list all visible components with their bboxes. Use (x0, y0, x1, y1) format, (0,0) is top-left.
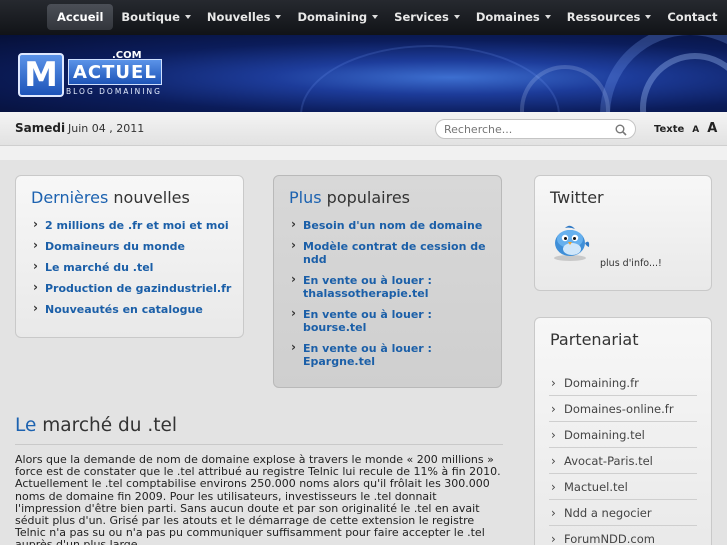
header-banner: M ACTUEL .COM BLOG DOMAINING (0, 35, 727, 112)
article-divider (15, 444, 503, 445)
popular-link[interactable]: En vente ou à louer : bourse.tel (291, 307, 491, 334)
latest-news-list: 2 millions de .fr et moi et moi Domaineu… (33, 218, 238, 316)
partner-link[interactable]: ForumNDD.com (549, 526, 697, 545)
title-rest: marché du .tel (36, 415, 177, 436)
main-menu: Accueil Boutique Nouvelles Domaining Ser… (47, 4, 725, 30)
popular-link[interactable]: Besoin d'un nom de domaine (291, 218, 491, 232)
chevron-down-icon (372, 15, 379, 19)
twitter-title: Twitter (550, 188, 604, 207)
nav-label: Domaining (297, 10, 368, 24)
logo-mark: M (18, 53, 64, 97)
title-rest: nouvelles (108, 188, 190, 207)
chevron-down-icon (184, 15, 191, 19)
current-day: Samedi (15, 121, 66, 135)
text-increase-button[interactable]: A (707, 121, 717, 136)
chevron-down-icon (453, 15, 460, 19)
partner-link[interactable]: Ndd a negocier (549, 500, 697, 526)
nav-label: Accueil (57, 10, 104, 24)
search-box (435, 119, 636, 139)
twitter-bird-icon[interactable] (549, 221, 591, 261)
chevron-down-icon (275, 15, 282, 19)
latest-news-title: Dernières nouvelles (31, 188, 190, 207)
twitter-box: Twitter plus d'info...! (534, 175, 712, 291)
nav-item-domaines[interactable]: Domaines (468, 4, 559, 30)
news-link[interactable]: 2 millions de .fr et moi et moi (33, 218, 238, 232)
nav-item-contact[interactable]: Contact (659, 4, 725, 30)
nav-label: Services (394, 10, 449, 24)
popular-list: Besoin d'un nom de domaine Modèle contra… (291, 218, 491, 368)
title-rest: populaires (321, 188, 411, 207)
nav-label: Nouvelles (206, 10, 271, 24)
logo-tagline: BLOG DOMAINING (66, 87, 162, 96)
nav-item-nouvelles[interactable]: Nouvelles (199, 4, 290, 30)
partners-box: Partenariat Domaining.fr Domaines-online… (534, 317, 712, 545)
logo-wordmark: ACTUEL (68, 59, 162, 85)
article-body: Alors que la demande de nom de domaine e… (15, 453, 501, 545)
title-highlight: Le (15, 415, 37, 436)
nav-item-domaining[interactable]: Domaining (289, 4, 386, 30)
text-decrease-button[interactable]: A (692, 125, 699, 135)
logo-domain-suffix: .COM (112, 50, 142, 61)
partner-link[interactable]: Avocat-Paris.tel (549, 448, 697, 474)
partner-link[interactable]: Domaines-online.fr (549, 396, 697, 422)
nav-item-ressources[interactable]: Ressources (559, 4, 660, 30)
text-size-controls: Texte A A (654, 121, 717, 136)
news-link[interactable]: Domaineurs du monde (33, 239, 238, 253)
top-navigation-bar: Accueil Boutique Nouvelles Domaining Ser… (0, 0, 727, 35)
latest-news-box: Dernières nouvelles 2 millions de .fr et… (15, 175, 244, 338)
title-highlight: Plus (289, 188, 322, 207)
popular-link[interactable]: En vente ou à louer : Epargne.tel (291, 341, 491, 368)
news-link[interactable]: Le marché du .tel (33, 260, 238, 274)
popular-box: Plus populaires Besoin d'un nom de domai… (273, 175, 502, 388)
nav-label: Ressources (566, 10, 641, 24)
nav-label: Boutique (121, 10, 180, 24)
chevron-down-icon (645, 15, 652, 19)
news-link[interactable]: Nouveautés en catalogue (33, 302, 238, 316)
nav-item-accueil[interactable]: Accueil (47, 4, 114, 30)
partners-title: Partenariat (550, 330, 639, 349)
current-date: Juin 04 , 2011 (68, 122, 145, 135)
popular-title: Plus populaires (289, 188, 410, 207)
nav-item-services[interactable]: Services (386, 4, 468, 30)
search-icon[interactable] (615, 124, 627, 136)
popular-link[interactable]: En vente ou à louer : thalassotherapie.t… (291, 273, 491, 300)
chevron-down-icon (544, 15, 551, 19)
partner-link[interactable]: Domaining.fr (549, 370, 697, 396)
divider-strip (0, 146, 727, 160)
partner-link[interactable]: Mactuel.tel (549, 474, 697, 500)
nav-label: Contact (667, 10, 718, 24)
partner-link[interactable]: Domaining.tel (549, 422, 697, 448)
article-title[interactable]: Le marché du .tel (15, 415, 177, 436)
search-input[interactable] (444, 122, 609, 137)
partners-list: Domaining.fr Domaines-online.fr Domainin… (549, 370, 697, 545)
news-link[interactable]: Production de gazindustriel.fr (33, 281, 238, 295)
text-size-label: Texte (654, 124, 685, 135)
popular-link[interactable]: Modèle contrat de cession de ndd (291, 239, 491, 266)
nav-label: Domaines (475, 10, 540, 24)
title-highlight: Dernières (31, 188, 109, 207)
nav-item-boutique[interactable]: Boutique (113, 4, 199, 30)
twitter-more-link[interactable]: plus d'info...! (600, 258, 662, 269)
date-search-bar: Samedi Juin 04 , 2011 Texte A A (0, 112, 727, 146)
site-logo[interactable]: M ACTUEL .COM BLOG DOMAINING (18, 50, 173, 97)
